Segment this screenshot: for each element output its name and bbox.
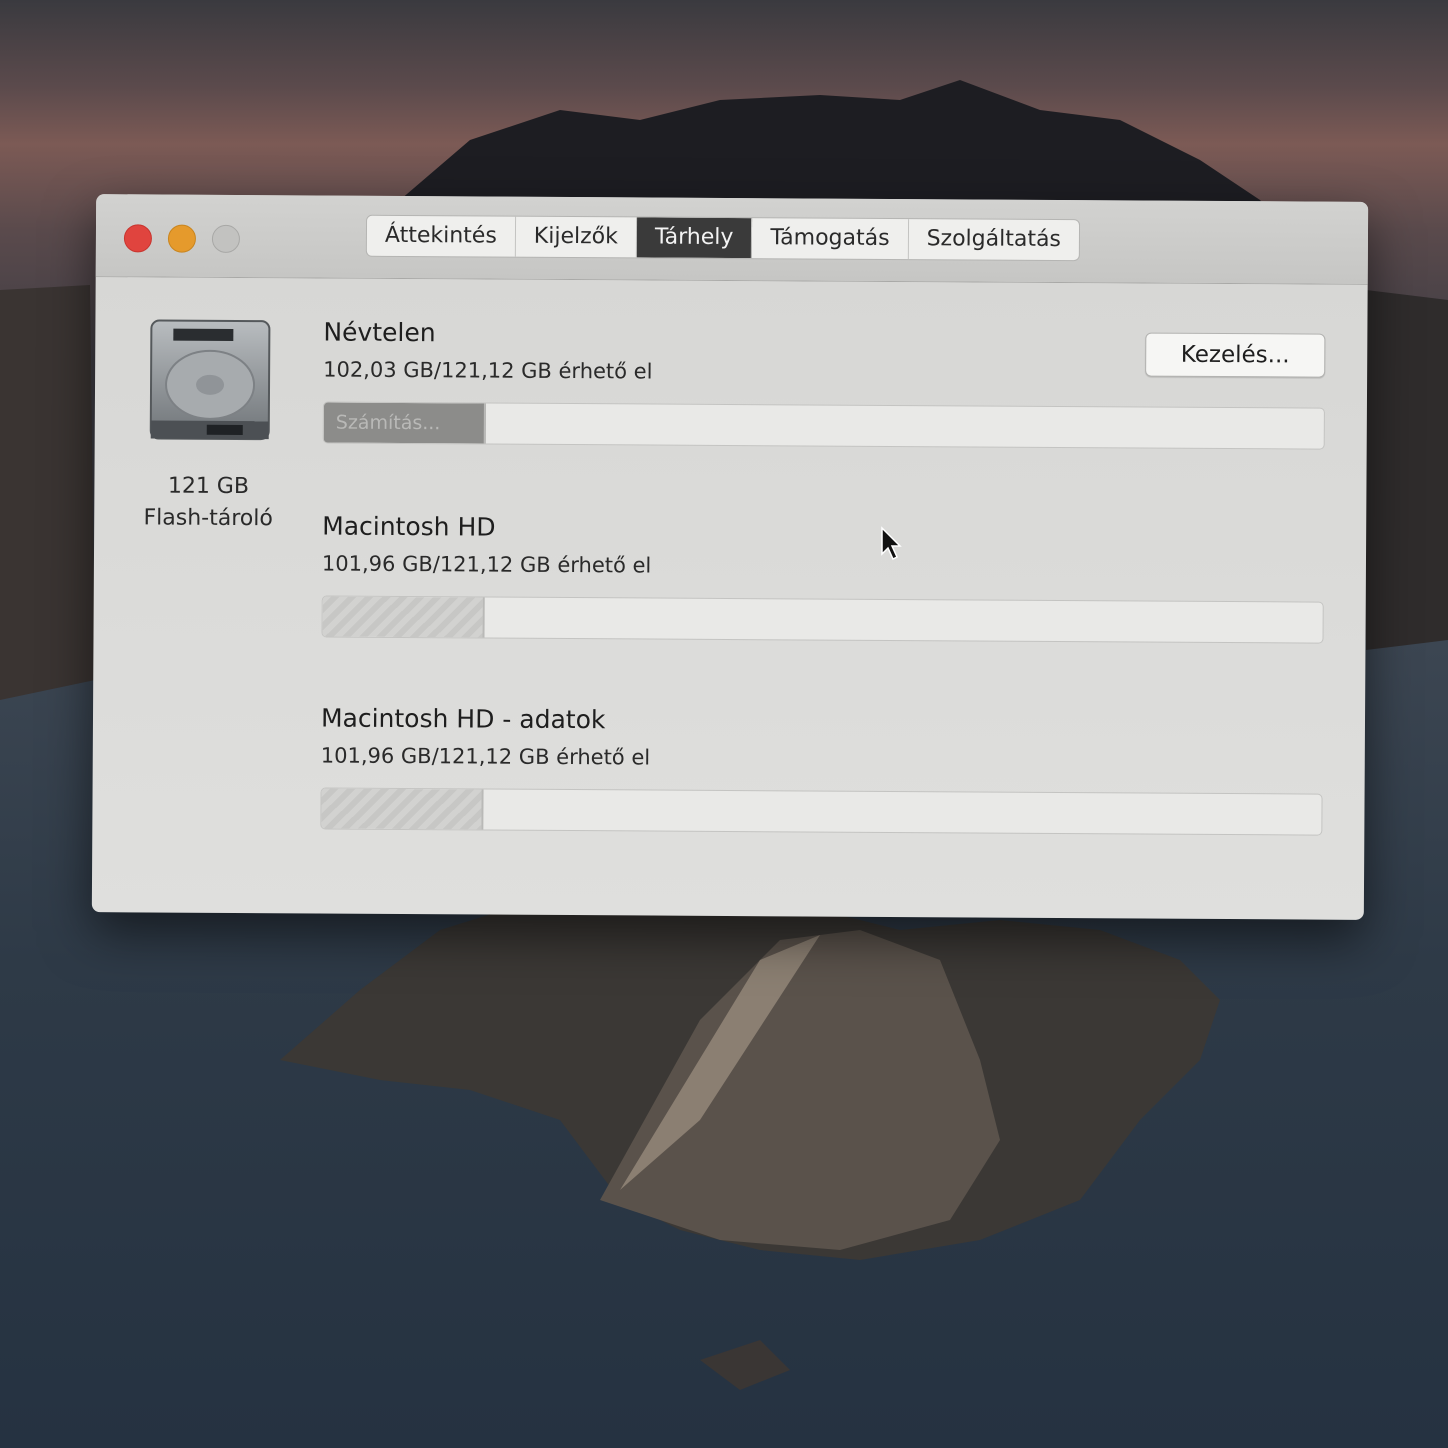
tab-service[interactable]: Szolgáltatás bbox=[908, 219, 1079, 260]
disk-caption: 121 GB Flash-tároló bbox=[128, 470, 288, 535]
disk-type: Flash-tároló bbox=[143, 505, 273, 532]
volume-name: Macintosh HD bbox=[322, 511, 496, 542]
volume-name: Névtelen bbox=[323, 317, 436, 348]
storage-pane: 121 GB Flash-tároló Kezelés... Névtelen … bbox=[92, 278, 1368, 920]
volume-available: 102,03 GB/121,12 GB érhető el bbox=[323, 357, 653, 384]
tab-storage[interactable]: Tárhely bbox=[636, 217, 753, 259]
tab-displays[interactable]: Kijelzők bbox=[515, 216, 637, 258]
volume-available: 101,96 GB/121,12 GB érhető el bbox=[320, 743, 651, 770]
storage-bar-fill bbox=[322, 596, 485, 638]
mouse-pointer-icon bbox=[881, 526, 902, 561]
storage-bar: Számítás... bbox=[322, 401, 1325, 450]
tab-bar: Áttekintés Kijelzők Tárhely Támogatás Sz… bbox=[365, 214, 1081, 262]
storage-bar bbox=[321, 595, 1324, 644]
storage-bar-fill bbox=[321, 788, 484, 830]
volume-available: 101,96 GB/121,12 GB érhető el bbox=[321, 551, 652, 578]
hard-drive-icon bbox=[149, 319, 271, 441]
storage-bar bbox=[320, 787, 1323, 836]
tab-overview[interactable]: Áttekintés bbox=[366, 215, 516, 257]
volume-name: Macintosh HD - adatok bbox=[320, 703, 606, 735]
disk-capacity: 121 GB bbox=[167, 473, 250, 500]
close-button[interactable] bbox=[123, 224, 153, 253]
window-titlebar: Áttekintés Kijelzők Tárhely Támogatás Sz… bbox=[95, 194, 1369, 285]
minimize-button[interactable] bbox=[167, 224, 197, 253]
volume-macintosh-hd: Macintosh HD 101,96 GB/121,12 GB érhető … bbox=[321, 510, 1327, 644]
volume-macintosh-hd-data: Macintosh HD - adatok 101,96 GB/121,12 G… bbox=[320, 702, 1325, 836]
storage-bar-label: Számítás... bbox=[335, 411, 441, 435]
volume-untitled: Névtelen 102,03 GB/121,12 GB érhető el S… bbox=[322, 316, 1328, 450]
tab-support[interactable]: Támogatás bbox=[752, 218, 909, 260]
zoom-button[interactable] bbox=[211, 224, 241, 254]
about-this-mac-window: Áttekintés Kijelzők Tárhely Támogatás Sz… bbox=[91, 194, 1369, 920]
